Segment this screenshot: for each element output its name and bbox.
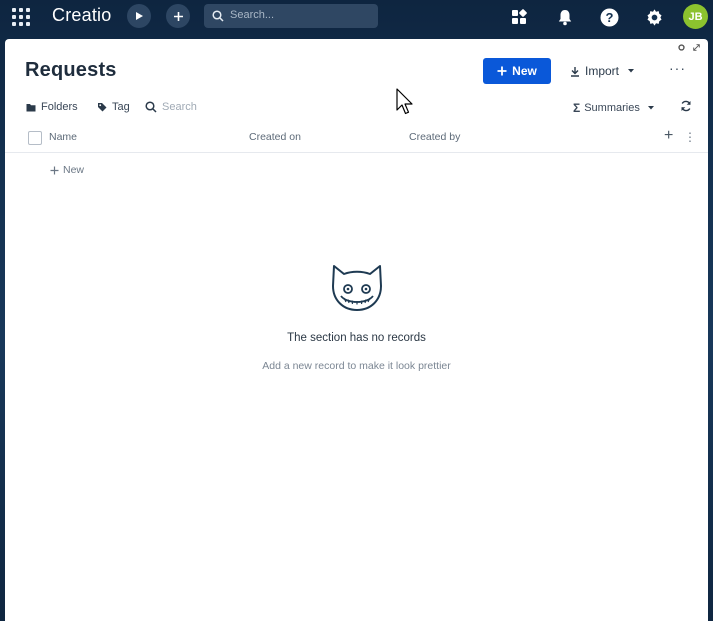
column-name[interactable]: Name [49,131,77,143]
plus-icon [50,166,59,174]
global-search-placeholder: Search... [230,9,275,21]
dashboard-icon[interactable] [509,7,529,27]
summaries-button[interactable]: Σ Summaries [573,101,658,115]
run-process-button[interactable] [127,4,151,28]
empty-state: The section has no records Add a new rec… [5,264,708,372]
panel-settings-icon[interactable] [678,44,685,51]
help-icon[interactable]: ? [599,7,619,27]
folders-button[interactable]: Folders [26,101,78,113]
expand-icon[interactable] [693,44,700,51]
inline-add-new-button[interactable]: New [50,164,84,176]
play-icon [136,12,143,20]
search-icon [212,10,224,22]
more-actions-button[interactable]: ··· [669,60,686,76]
folders-label: Folders [41,101,78,113]
plus-icon [497,66,507,76]
inline-add-new-label: New [63,164,85,176]
select-all-checkbox[interactable] [28,131,42,145]
list-search-placeholder: Search [162,101,197,113]
new-record-button[interactable]: New [483,58,551,84]
download-icon [571,66,579,77]
list-search-input[interactable]: Search [145,101,197,113]
column-created-by[interactable]: Created by [409,131,460,143]
tag-button[interactable]: Tag [97,101,130,113]
panel-corner-controls [678,44,700,51]
notifications-bell-icon[interactable] [555,7,575,27]
caret-down-icon [628,69,635,73]
import-button-label: Import [585,64,620,78]
folder-icon [26,103,36,111]
empty-state-title: The section has no records [287,332,426,344]
section-panel: Requests New Import ··· Folders Tag Sear… [5,39,708,621]
apps-grid-icon[interactable] [12,8,30,26]
sigma-icon: Σ [573,101,581,115]
table-header: Name Created on Created by + ⋮ [5,126,708,153]
quick-add-button[interactable] [166,4,190,28]
search-icon [145,101,157,113]
new-button-label: New [512,64,537,78]
top-bar: Creatio Search... ? JB [0,0,713,33]
page-title: Requests [25,59,117,81]
add-column-icon[interactable]: + [664,127,673,145]
global-search-input[interactable]: Search... [204,4,378,28]
mouse-cursor-icon [396,88,413,115]
column-created-on[interactable]: Created on [249,131,301,143]
import-button[interactable]: Import [570,60,638,82]
svg-text:?: ? [605,10,613,25]
empty-state-subtitle: Add a new record to make it look prettie… [262,360,451,372]
user-avatar[interactable]: JB [683,4,708,29]
refresh-icon[interactable] [680,100,692,112]
summaries-label: Summaries [584,102,640,114]
column-menu-icon[interactable]: ⋮ [684,130,696,144]
tag-label: Tag [112,101,130,113]
cheshire-cat-illustration-icon [331,265,382,311]
creatio-logo[interactable]: Creatio [52,5,111,26]
caret-down-icon [647,106,654,110]
section-toolbar: Folders Tag Search Σ Summaries [5,97,708,119]
plus-icon [173,11,183,21]
settings-gear-icon[interactable] [644,7,664,27]
tag-icon [98,103,107,112]
